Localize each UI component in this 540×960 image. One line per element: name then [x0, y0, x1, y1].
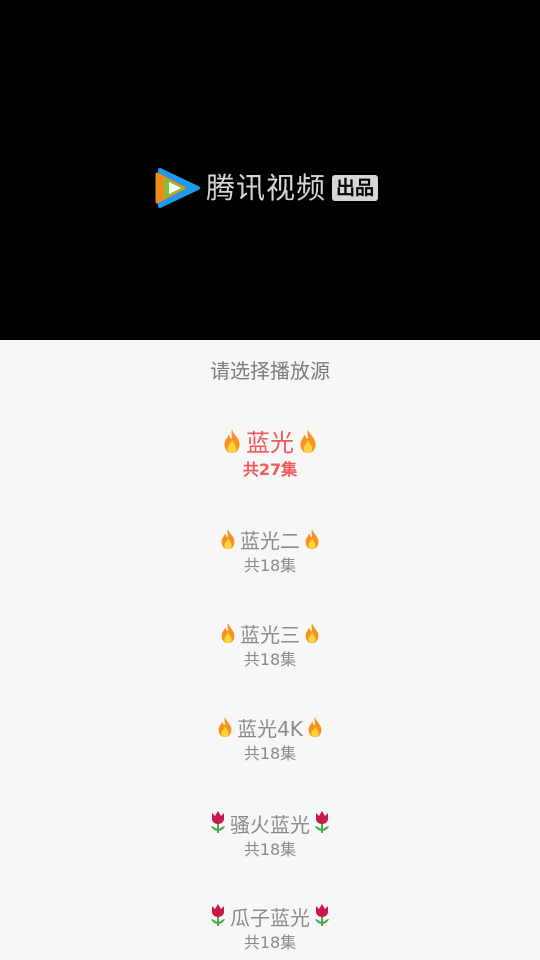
source-episode-count: 共18集 [243, 840, 297, 859]
fire-icon [218, 528, 238, 550]
tulip-icon [312, 810, 332, 834]
fire-icon [302, 528, 322, 550]
source-episode-count: 共18集 [243, 933, 297, 952]
fire-icon [220, 428, 244, 454]
source-name: 骚火蓝光 [230, 813, 310, 837]
source-item-lanquang-4k[interactable]: 蓝光4K 共18集 [120, 716, 420, 764]
tencent-video-logo-icon [155, 168, 200, 208]
video-player[interactable]: 腾讯视频 出品 [0, 0, 540, 340]
source-name-row: 蓝光4K [120, 716, 420, 742]
fire-icon [296, 428, 320, 454]
source-name: 蓝光 [246, 429, 294, 457]
fire-icon [305, 716, 325, 738]
source-name-row: 瓜子蓝光 [120, 903, 420, 931]
panel-title: 请选择播放源 [210, 359, 330, 383]
tulip-icon [312, 903, 332, 927]
source-episode-count: 共18集 [243, 650, 297, 669]
source-name: 蓝光二 [240, 529, 300, 553]
source-episode-count: 共18集 [243, 556, 297, 575]
source-name: 瓜子蓝光 [230, 906, 310, 930]
source-name-row: 蓝光二 [120, 528, 420, 554]
fire-icon [218, 622, 238, 644]
brand-name: 腾讯视频 [206, 171, 327, 205]
tulip-icon [208, 810, 228, 834]
source-item-guazi-lanquang[interactable]: 瓜子蓝光 共18集 [120, 903, 420, 953]
source-name: 蓝光三 [240, 623, 300, 647]
tencent-video-brand: 腾讯视频 出品 [154, 166, 379, 210]
source-item-saohuo-lanquang[interactable]: 骚火蓝光 共18集 [120, 810, 420, 860]
source-name: 蓝光4K [237, 717, 303, 741]
source-item-lanquang[interactable]: 蓝光 共27集 [120, 428, 420, 480]
fire-icon [215, 716, 235, 738]
brand-badge: 出品 [332, 175, 379, 201]
fire-icon [302, 622, 322, 644]
source-name-row: 蓝光 [120, 428, 420, 458]
source-episode-count: 共27集 [242, 460, 298, 479]
source-episode-count: 共18集 [243, 744, 297, 763]
source-selection-panel: 请选择播放源 蓝光 共27集 蓝光二 共18集 蓝光三 共18集 蓝光4K 共1… [0, 340, 540, 960]
tulip-icon [208, 903, 228, 927]
source-item-lanquang-3[interactable]: 蓝光三 共18集 [120, 622, 420, 670]
source-name-row: 骚火蓝光 [120, 810, 420, 838]
source-name-row: 蓝光三 [120, 622, 420, 648]
source-item-lanquang-2[interactable]: 蓝光二 共18集 [120, 528, 420, 576]
